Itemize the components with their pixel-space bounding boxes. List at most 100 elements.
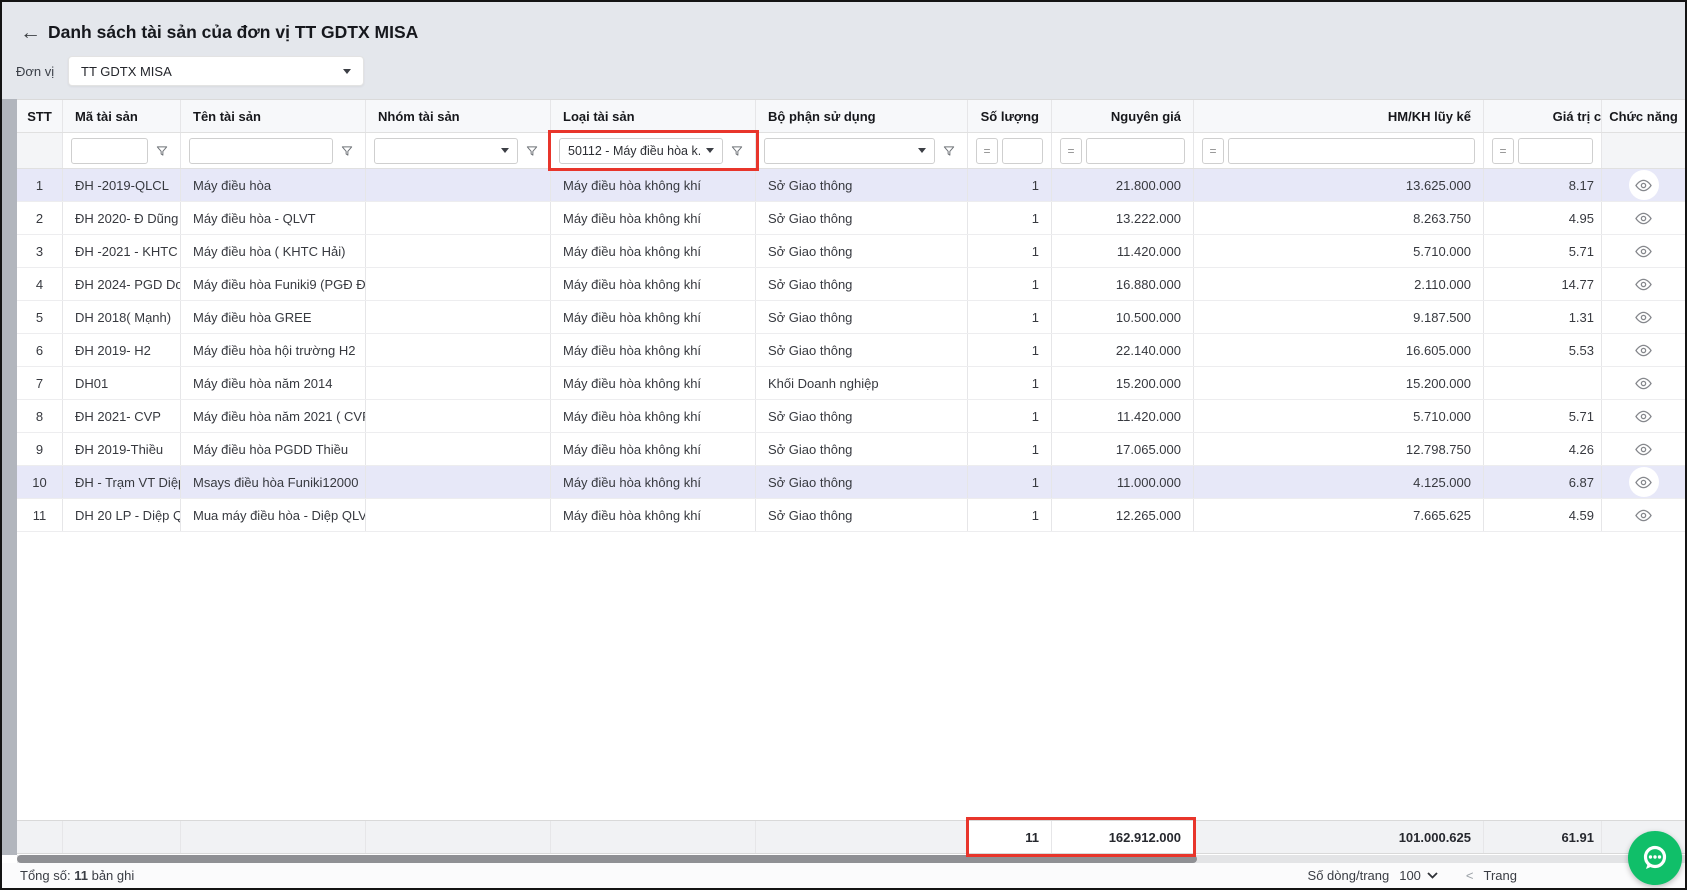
column-header-ng[interactable]: Nguyên giá xyxy=(1052,100,1194,132)
cell-ng: 11.420.000 xyxy=(1052,235,1194,267)
rows-per-page-select[interactable]: 100 xyxy=(1399,868,1438,883)
cell-ng: 11.000.000 xyxy=(1052,466,1194,498)
equals-operator[interactable]: = xyxy=(976,138,998,164)
horizontal-scrollbar xyxy=(17,855,1685,863)
unit-select[interactable]: TT GDTX MISA xyxy=(68,56,364,86)
filter-funnel-icon[interactable] xyxy=(727,138,747,164)
eye-icon xyxy=(1634,407,1653,426)
filter-select-nhom-tai-san[interactable] xyxy=(374,138,518,164)
horizontal-scrollbar-thumb[interactable] xyxy=(17,855,1197,863)
cell-gt: 14.77 xyxy=(1484,268,1602,300)
table-row[interactable]: 2ĐH 2020- Đ Dũng ...Máy điều hòa - QLVTM… xyxy=(17,202,1685,235)
cell-stt: 7 xyxy=(17,367,63,399)
equals-operator[interactable]: = xyxy=(1060,138,1082,164)
filter-input-so-luong[interactable] xyxy=(1002,138,1043,164)
equals-operator[interactable]: = xyxy=(1202,138,1224,164)
cell-gt: 5.71 xyxy=(1484,400,1602,432)
cell-loai: Máy điều hòa không khí xyxy=(551,499,756,531)
column-header-ma[interactable]: Mã tài sản xyxy=(63,100,181,132)
view-detail-eye-button[interactable] xyxy=(1629,203,1659,233)
table-header-row: STTMã tài sảnTên tài sảnNhóm tài sảnLoại… xyxy=(17,99,1685,133)
cell-actions xyxy=(1602,433,1685,465)
cell-sl: 1 xyxy=(968,433,1052,465)
cell-bophan: Sở Giao thông xyxy=(756,334,968,366)
filter-input-ten-tai-san[interactable] xyxy=(189,138,333,164)
cell-gt: 5.71 xyxy=(1484,235,1602,267)
cell-ma: ĐH - Trạm VT Diệp... xyxy=(63,466,181,498)
view-detail-eye-button[interactable] xyxy=(1629,401,1659,431)
support-chat-button[interactable] xyxy=(1628,831,1682,885)
summary-cell-empty xyxy=(756,821,968,853)
table-row[interactable]: 1ĐH -2019-QLCLMáy điều hòaMáy điều hòa k… xyxy=(17,169,1685,202)
view-detail-eye-button[interactable] xyxy=(1629,236,1659,266)
cell-gt: 4.26 xyxy=(1484,433,1602,465)
footer: Tổng số: 11 bản ghi Số dòng/trang 100 < … xyxy=(2,863,1685,888)
column-header-hm[interactable]: HM/KH lũy kế xyxy=(1194,100,1484,132)
cell-bophan: Sở Giao thông xyxy=(756,301,968,333)
view-detail-eye-button[interactable] xyxy=(1629,335,1659,365)
unit-select-value: TT GDTX MISA xyxy=(81,64,172,79)
view-detail-eye-button[interactable] xyxy=(1629,170,1659,200)
column-header-label: Số lượng xyxy=(981,109,1039,124)
table-row[interactable]: 3ĐH -2021 - KHTCMáy điều hòa ( KHTC Hải)… xyxy=(17,235,1685,268)
summary-cell-empty xyxy=(63,821,181,853)
previous-page-button[interactable]: < xyxy=(1466,868,1474,883)
cell-actions xyxy=(1602,301,1685,333)
eye-icon xyxy=(1634,209,1653,228)
total-count: 11 xyxy=(74,868,88,883)
table-row[interactable]: 11DH 20 LP - Diệp Q...Mua máy điều hòa -… xyxy=(17,499,1685,532)
equals-operator[interactable]: = xyxy=(1492,138,1514,164)
table-summary-row: 11 162.912.000 101.000.625 61.91 xyxy=(17,820,1685,854)
column-header-stt[interactable]: STT xyxy=(17,100,63,132)
filter-funnel-icon[interactable] xyxy=(939,138,959,164)
column-header-loai[interactable]: Loại tài sản xyxy=(551,100,756,132)
cell-stt: 4 xyxy=(17,268,63,300)
filter-select-loai-tai-san[interactable]: 50112 - Máy điều hòa k... xyxy=(559,138,723,164)
column-header-sl[interactable]: Số lượng xyxy=(968,100,1052,132)
unit-label: Đơn vị xyxy=(16,64,54,79)
filter-input-hm-kh[interactable] xyxy=(1228,138,1475,164)
column-header-bophan[interactable]: Bộ phận sử dụng xyxy=(756,100,968,132)
table-row[interactable]: 8ĐH 2021- CVPMáy điều hòa năm 2021 ( CVP… xyxy=(17,400,1685,433)
table-row[interactable]: 4ĐH 2024- PGD Do...Máy điều hòa Funiki9 … xyxy=(17,268,1685,301)
view-detail-eye-button[interactable] xyxy=(1629,434,1659,464)
back-arrow-icon[interactable]: ← xyxy=(20,20,41,46)
view-detail-eye-button[interactable] xyxy=(1629,269,1659,299)
cell-bophan: Sở Giao thông xyxy=(756,499,968,531)
cell-hm: 9.187.500 xyxy=(1194,301,1484,333)
filter-input-ma-tai-san[interactable] xyxy=(71,138,148,164)
filter-funnel-icon[interactable] xyxy=(152,138,172,164)
filter-input-nguyen-gia[interactable] xyxy=(1086,138,1185,164)
filter-cell-hm-kh: = xyxy=(1194,133,1484,168)
table-row[interactable]: 10ĐH - Trạm VT Diệp...Msays điều hòa Fun… xyxy=(17,466,1685,499)
table-row[interactable]: 5DH 2018( Mạnh)Máy điều hòa GREEMáy điều… xyxy=(17,301,1685,334)
view-detail-eye-button[interactable] xyxy=(1629,500,1659,530)
column-header-gt[interactable]: Giá trị còn lại xyxy=(1484,100,1602,132)
filter-cell-nguyen-gia: = xyxy=(1052,133,1194,168)
chevron-down-icon xyxy=(343,69,351,74)
table-row[interactable]: 7DH01Máy điều hòa năm 2014Máy điều hòa k… xyxy=(17,367,1685,400)
cell-ten: Máy điều hòa PGDD Thiều xyxy=(181,433,366,465)
cell-ma: ĐH 2020- Đ Dũng ... xyxy=(63,202,181,234)
column-header-ten[interactable]: Tên tài sản xyxy=(181,100,366,132)
filter-funnel-icon[interactable] xyxy=(522,138,542,164)
cell-gt: 8.17 xyxy=(1484,169,1602,201)
view-detail-eye-button[interactable] xyxy=(1629,368,1659,398)
filter-select-bo-phan[interactable] xyxy=(764,138,935,164)
chevron-down-icon xyxy=(501,148,509,153)
table-row[interactable]: 6ĐH 2019- H2Máy điều hòa hội trường H2Má… xyxy=(17,334,1685,367)
cell-hm: 12.798.750 xyxy=(1194,433,1484,465)
total-suffix: bản ghi xyxy=(92,868,135,883)
filter-input-gia-tri[interactable] xyxy=(1518,138,1593,164)
column-header-cn[interactable]: Chức năng xyxy=(1602,100,1685,132)
table-row[interactable]: 9ĐH 2019-ThiềuMáy điều hòa PGDD ThiềuMáy… xyxy=(17,433,1685,466)
cell-ten: Máy điều hòa năm 2021 ( CVP ... xyxy=(181,400,366,432)
view-detail-eye-button[interactable] xyxy=(1629,302,1659,332)
column-header-nhom[interactable]: Nhóm tài sản xyxy=(366,100,551,132)
cell-bophan: Sở Giao thông xyxy=(756,202,968,234)
filter-funnel-icon[interactable] xyxy=(337,138,357,164)
left-gutter xyxy=(2,99,17,855)
view-detail-eye-button[interactable] xyxy=(1629,467,1659,497)
summary-cell-empty xyxy=(551,821,756,853)
eye-icon xyxy=(1634,275,1653,294)
